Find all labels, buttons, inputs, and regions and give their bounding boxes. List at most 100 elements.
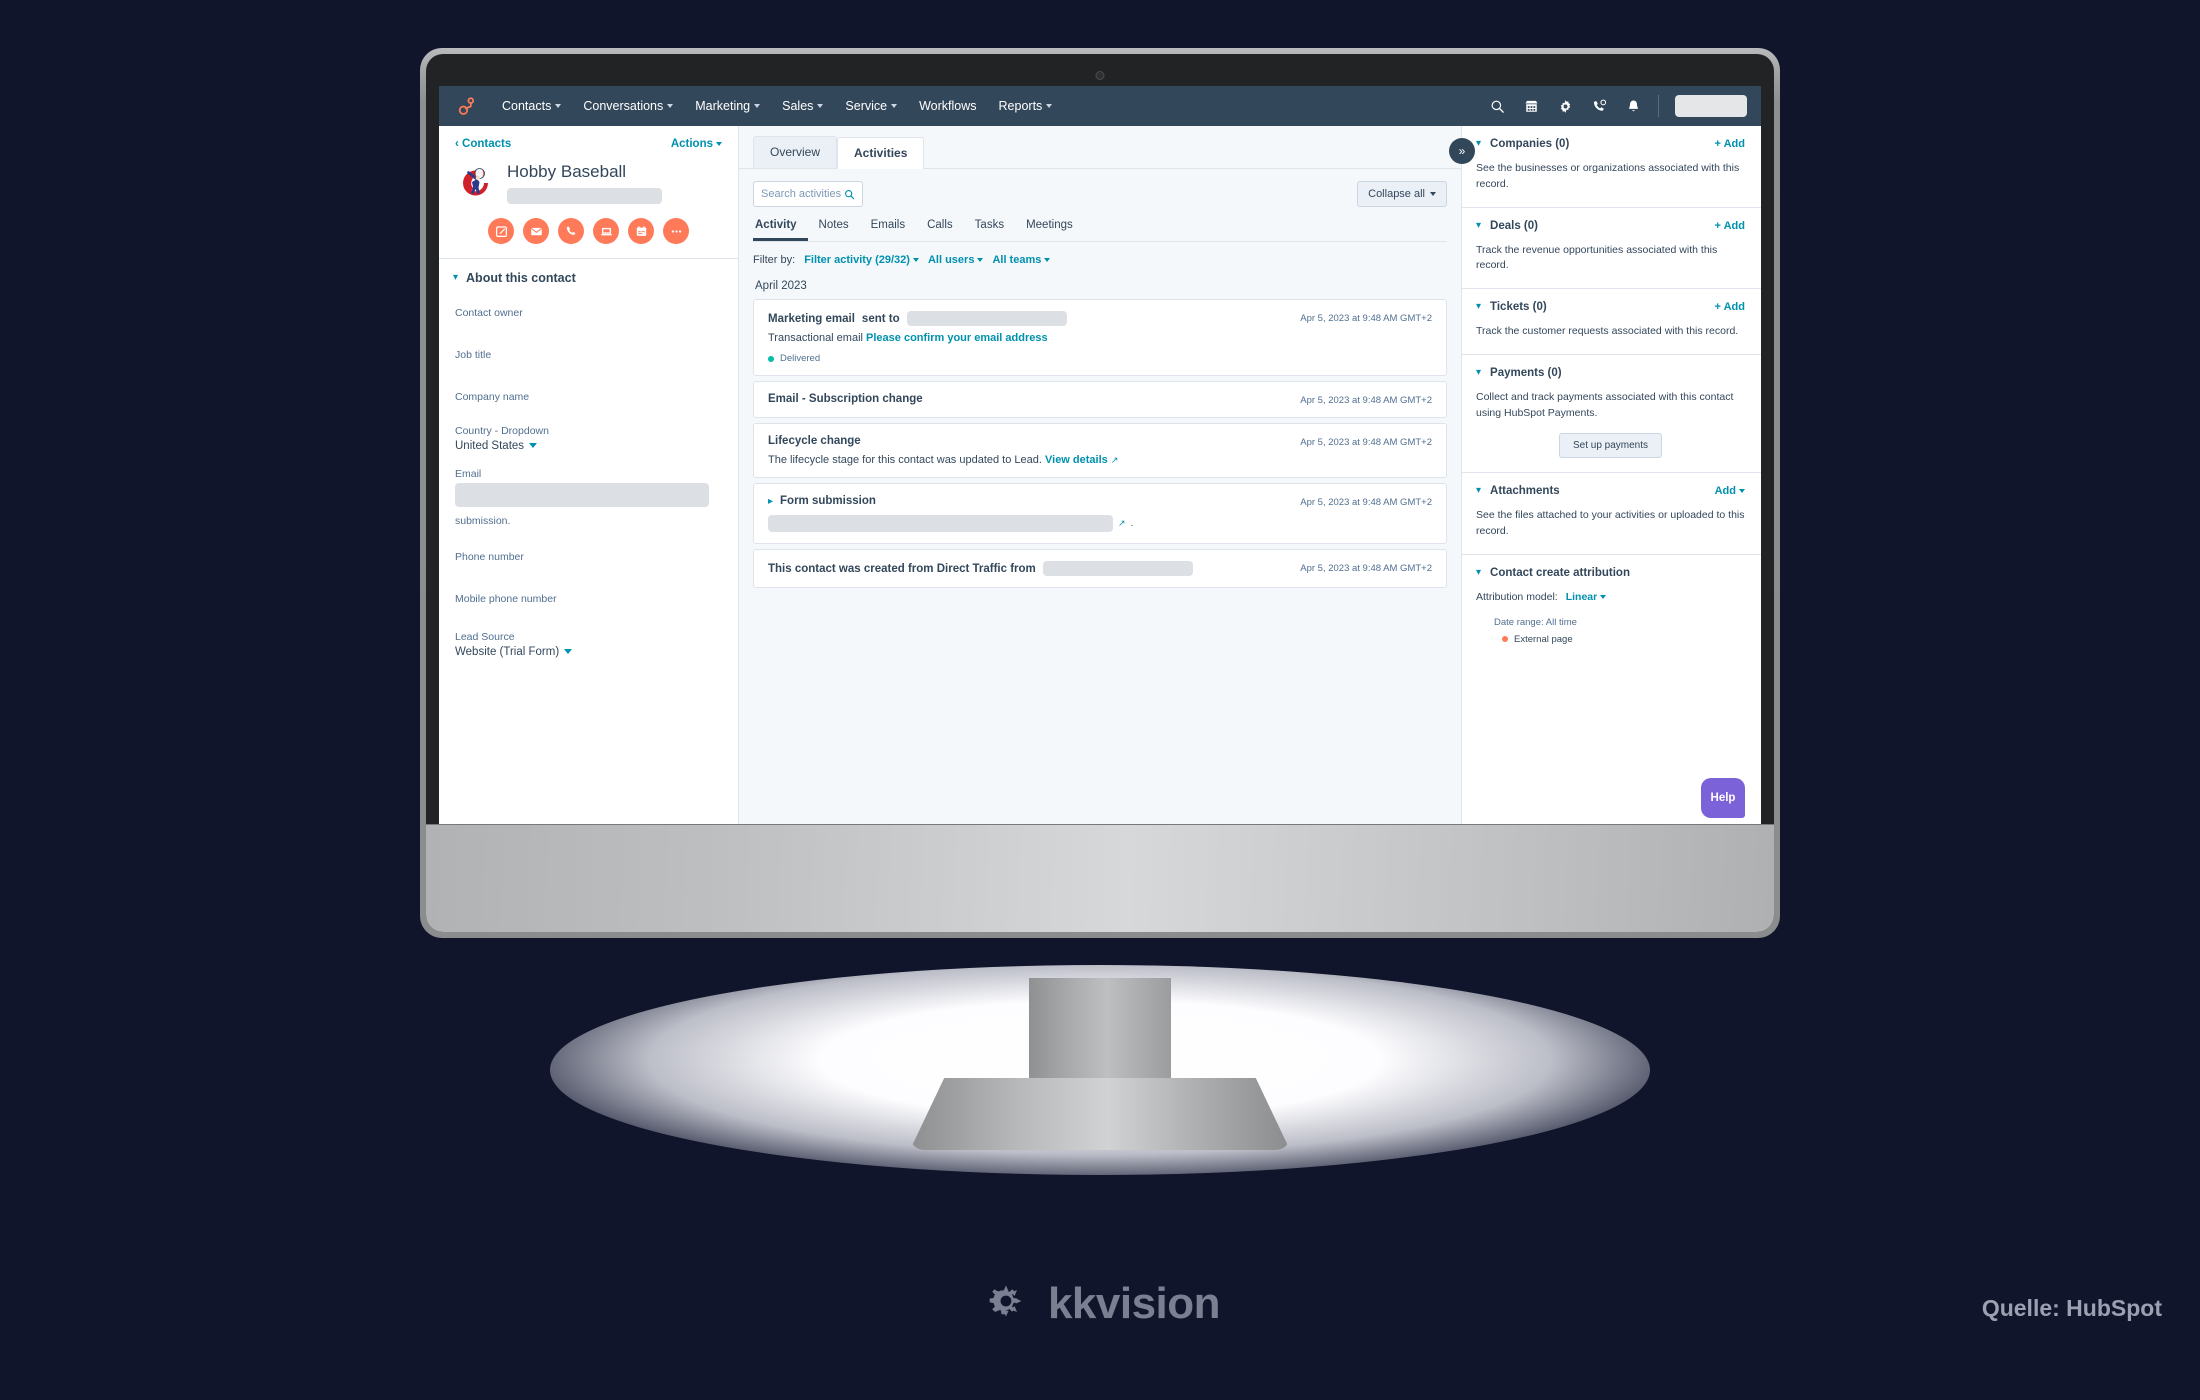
settings-gear-icon[interactable] [1556, 97, 1574, 115]
email-icon[interactable] [523, 218, 549, 244]
filter-row: Filter by: Filter activity (29/32) All u… [753, 254, 1447, 266]
filter-teams-dropdown[interactable]: All teams [992, 254, 1051, 266]
section-contact-create-attribution: ▾ Contact create attribution Attribution… [1462, 555, 1761, 659]
nav-item-service[interactable]: Service [834, 99, 908, 113]
section-title: Deals (0) [1490, 219, 1538, 232]
search-icon[interactable] [1488, 97, 1506, 115]
nav-label: Marketing [695, 99, 751, 113]
activity-card-lifecycle-change[interactable]: Lifecycle change Apr 5, 2023 at 9:48 AM … [753, 423, 1447, 478]
field-value-lead-source[interactable]: Website (Trial Form) [455, 646, 722, 658]
chevron-down-icon[interactable]: ▾ [1476, 367, 1481, 378]
add-ticket-button[interactable]: + Add [1715, 301, 1745, 313]
add-attachment-button[interactable]: Add [1715, 485, 1745, 497]
subtab-calls[interactable]: Calls [916, 219, 964, 241]
chevron-right-icon[interactable]: ▸ [768, 496, 773, 507]
call-icon[interactable] [558, 218, 584, 244]
activity-subtitle: The lifecycle stage for this contact was… [768, 454, 1432, 466]
activity-card-form-submission[interactable]: ▸ Form submission Apr 5, 2023 at 9:48 AM… [753, 483, 1447, 544]
hubspot-app: Contacts Conversations Marketing Sales S… [439, 86, 1761, 828]
tab-overview[interactable]: Overview [753, 136, 838, 168]
field-value-country[interactable]: United States [455, 440, 722, 452]
breadcrumb-contacts[interactable]: ‹ Contacts [455, 138, 511, 150]
activity-card-subscription-change[interactable]: Email - Subscription change Apr 5, 2023 … [753, 381, 1447, 418]
tab-activities[interactable]: Activities [837, 137, 925, 169]
month-group-label: April 2023 [755, 280, 807, 292]
view-details-link[interactable]: View details [1045, 454, 1108, 466]
filter-activity-label: Filter activity (29/32) [804, 254, 910, 266]
avatar [455, 162, 497, 204]
activity-sub-prefix: Transactional email [768, 332, 867, 344]
notifications-bell-icon[interactable] [1624, 97, 1642, 115]
attribution-model-dropdown[interactable]: Linear [1566, 591, 1607, 603]
chevron-down-icon [891, 104, 898, 108]
actions-menu-button[interactable]: Actions [671, 138, 722, 150]
contact-identity: Hobby Baseball [439, 150, 738, 204]
chevron-down-icon [1739, 489, 1745, 494]
nav-item-workflows[interactable]: Workflows [908, 99, 987, 113]
meeting-icon[interactable] [628, 218, 654, 244]
section-title: Companies (0) [1490, 138, 1570, 150]
section-companies: ▾ Companies (0) + Add See the businesses… [1462, 126, 1761, 208]
subtab-activity[interactable]: Activity [753, 219, 808, 241]
account-menu[interactable] [1675, 95, 1747, 117]
chevron-down-icon [667, 104, 674, 108]
chevron-down-icon[interactable]: ▾ [1476, 139, 1481, 149]
field-value-email-redacted[interactable] [455, 483, 709, 507]
filter-users-dropdown[interactable]: All users [927, 254, 984, 266]
task-icon[interactable] [593, 218, 619, 244]
help-button[interactable]: Help [1701, 778, 1745, 818]
chevron-down-icon[interactable]: ▾ [1476, 486, 1481, 496]
chevron-down-icon[interactable]: ▾ [1476, 220, 1481, 231]
email-subject-link[interactable]: Please confirm your email address [866, 332, 1048, 344]
activity-subtitle: Transactional email Please confirm your … [768, 332, 1432, 344]
subtab-meetings[interactable]: Meetings [1015, 219, 1084, 241]
search-input[interactable]: Search activities [753, 181, 863, 207]
field-label-mobile-phone: Mobile phone number [455, 593, 557, 605]
add-deal-button[interactable]: + Add [1715, 220, 1745, 232]
about-section-header[interactable]: ▾ About this contact [439, 259, 738, 291]
nav-item-contacts[interactable]: Contacts [491, 99, 572, 113]
lifecycle-text: The lifecycle stage for this contact was… [768, 454, 1045, 466]
subtab-tasks[interactable]: Tasks [964, 219, 1015, 241]
set-up-payments-button[interactable]: Set up payments [1558, 433, 1663, 459]
subtab-emails[interactable]: Emails [860, 219, 917, 241]
legend-label: External page [1514, 633, 1573, 645]
filter-activity-dropdown[interactable]: Filter activity (29/32) [804, 254, 919, 266]
subtab-notes[interactable]: Notes [808, 219, 860, 241]
nav-item-reports[interactable]: Reports [988, 99, 1064, 113]
nav-item-marketing[interactable]: Marketing [684, 99, 771, 113]
monitor-mockup: Contacts Conversations Marketing Sales S… [420, 48, 1780, 1150]
activity-date: Apr 5, 2023 at 9:48 AM GMT+2 [1300, 313, 1432, 324]
attribution-model-row: Attribution model: Linear [1476, 591, 1745, 603]
attribution-model-value: Linear [1565, 590, 1598, 603]
nav-item-conversations[interactable]: Conversations [572, 99, 684, 113]
activity-title: This contact was created from Direct Tra… [768, 562, 1036, 575]
status-dot-icon [768, 355, 774, 362]
field-label-country: Country - Dropdown [455, 425, 549, 437]
brand-name: kkvision [1047, 1278, 1221, 1328]
nav-label: Workflows [919, 99, 977, 113]
note-icon[interactable] [488, 218, 514, 244]
marketplace-icon[interactable] [1522, 97, 1540, 115]
add-company-button[interactable]: + Add [1715, 138, 1745, 150]
chevron-down-icon[interactable]: ▾ [1476, 567, 1481, 578]
activities-panel: Overview Activities Search activities Co… [739, 126, 1461, 828]
contact-name: Hobby Baseball [507, 162, 627, 181]
nav-label: Contacts [502, 99, 552, 113]
filter-users-label: All users [927, 254, 975, 266]
chevron-down-icon[interactable]: ▾ [1476, 302, 1481, 312]
form-body-redacted [768, 515, 1113, 532]
double-chevron-right-icon[interactable]: » [1449, 138, 1475, 164]
hubspot-sprocket-logo[interactable] [453, 93, 479, 119]
nav-label: Reports [998, 99, 1043, 113]
external-link-icon[interactable]: ↗ [1118, 518, 1126, 529]
nav-item-sales[interactable]: Sales [771, 99, 834, 113]
phone-notification-icon[interactable] [1590, 97, 1608, 115]
chevron-down-icon [912, 258, 919, 263]
activity-card-marketing-email[interactable]: Marketing email sent to Apr 5, 2023 at 9… [753, 299, 1447, 376]
activity-card-contact-created[interactable]: This contact was created from Direct Tra… [753, 549, 1447, 588]
monitor-body: Contacts Conversations Marketing Sales S… [426, 54, 1774, 932]
collapse-all-button[interactable]: Collapse all [1357, 181, 1447, 207]
more-icon[interactable] [663, 218, 689, 244]
associations-sidebar: » ▾ Companies (0) + Add See the business… [1449, 126, 1761, 828]
